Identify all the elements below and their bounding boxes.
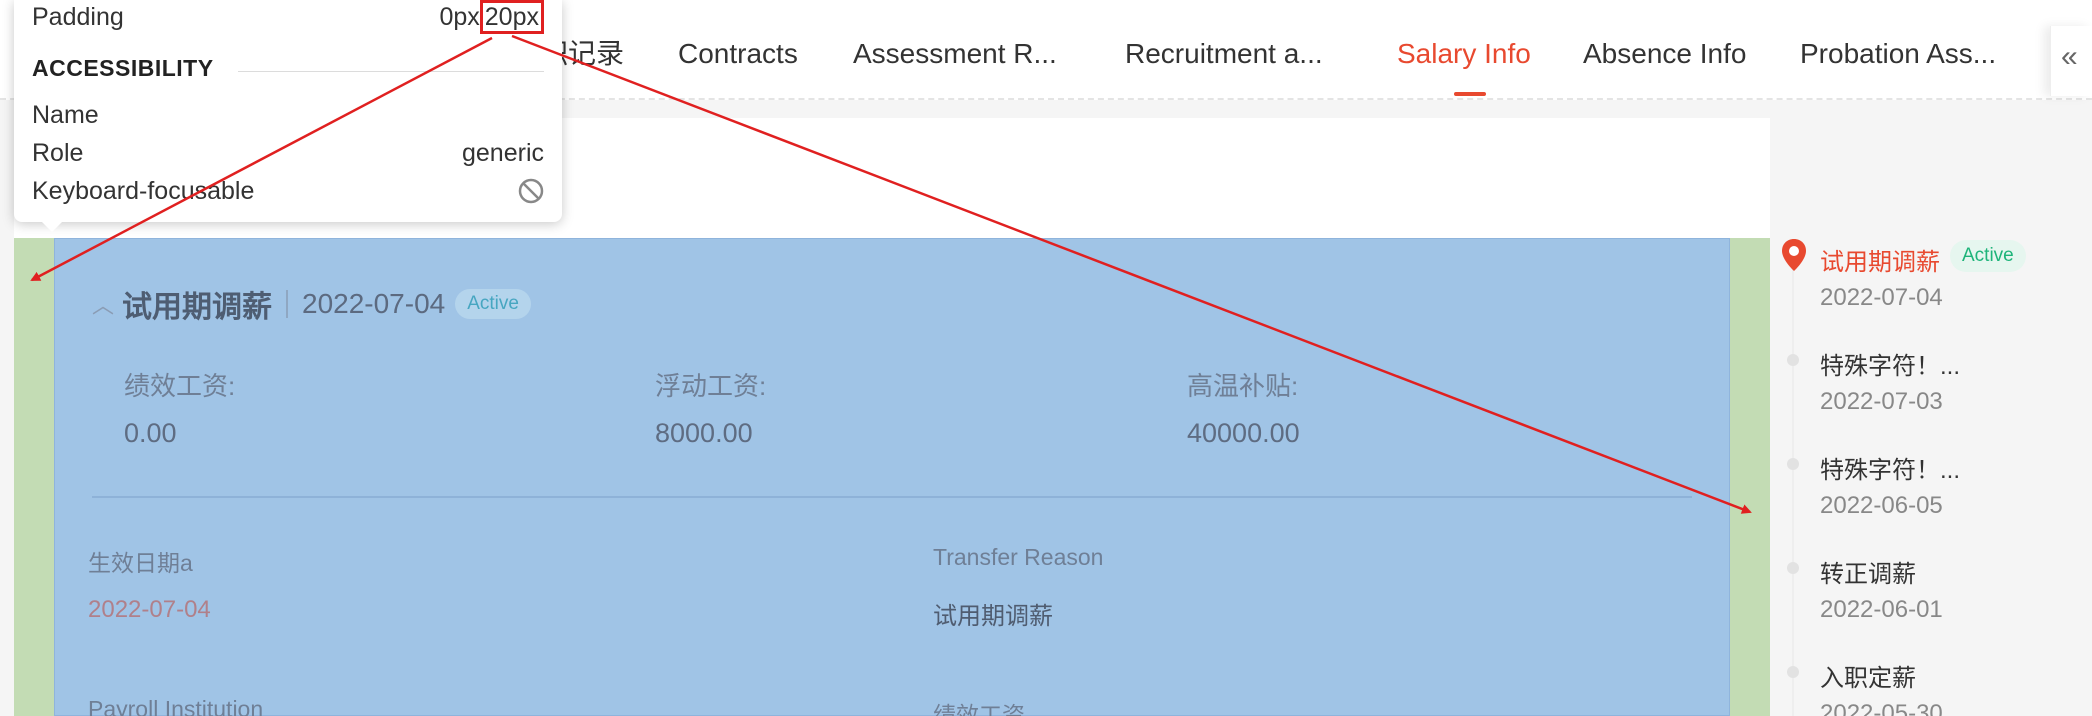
focusable-row: Keyboard-focusable <box>32 174 544 208</box>
detail-label-effective-date: 生效日期a <box>88 550 193 576</box>
field-value-performance-pay: 0.00 <box>124 418 177 448</box>
name-row: Name <box>32 98 544 132</box>
timeline-item-title[interactable]: 特殊字符！... <box>1820 450 1960 485</box>
detail-value-effective-date: 2022-07-04 <box>88 596 211 623</box>
location-pin-icon <box>1782 239 1806 271</box>
section-date: 2022-07-04 <box>302 288 446 319</box>
detail-label-transfer-reason: Transfer Reason <box>933 544 1104 570</box>
timeline-item-date: 2022-06-01 <box>1820 596 1943 623</box>
timeline-dot <box>1787 666 1799 678</box>
devtools-inspect-tooltip: Padding 0px 20px ACCESSIBILITY Name Role … <box>14 0 562 222</box>
padding-value-vertical: 0px <box>439 3 480 31</box>
role-label: Role <box>32 139 84 167</box>
section-title: 试用期调薪 <box>122 291 272 324</box>
title-divider <box>286 290 288 318</box>
tab-assessment-records[interactable]: Assessment R... <box>853 34 1057 74</box>
field-label-performance-pay: 绩效工资: <box>124 371 236 401</box>
detail-label-performance-pay: 绩效工资 <box>933 702 1025 716</box>
timeline-dot <box>1787 562 1799 574</box>
padding-values: 0px 20px <box>439 0 544 34</box>
focusable-label: Keyboard-focusable <box>32 177 255 205</box>
timeline-item-date: 2022-07-04 <box>1820 284 1943 311</box>
section-divider <box>92 496 1692 498</box>
status-badge: Active <box>455 289 531 319</box>
timeline-item-date: 2022-07-03 <box>1820 388 1943 415</box>
detail-value-transfer-reason: 试用期调薪 <box>933 603 1053 630</box>
tab-contracts[interactable]: Contracts <box>678 34 798 74</box>
timeline-dot <box>1787 458 1799 470</box>
padding-overlay-left <box>14 238 54 716</box>
accessibility-divider <box>238 71 544 72</box>
timeline-item-date: 2022-05-30 <box>1820 700 1943 716</box>
tab-scroll-left-button[interactable]: « <box>2050 26 2092 96</box>
timeline-item-title[interactable]: 转正调薪 <box>1820 554 1916 589</box>
tab-salary-info[interactable]: Salary Info <box>1397 34 1531 74</box>
not-allowed-icon <box>518 178 544 204</box>
tab-probation-assessment[interactable]: Probation Ass... <box>1800 34 1996 74</box>
tab-recruitment[interactable]: Recruitment a... <box>1125 34 1323 74</box>
role-row: Role generic <box>32 136 544 170</box>
timeline-status-badge: Active <box>1950 240 2026 272</box>
active-tab-indicator <box>1454 92 1486 96</box>
timeline-dot <box>1787 354 1799 366</box>
timeline-item-title[interactable]: 特殊字符！... <box>1820 346 1960 381</box>
accessibility-heading: ACCESSIBILITY <box>32 55 214 81</box>
field-label-high-temp-allowance: 高温补贴: <box>1187 371 1299 401</box>
salary-section-header[interactable]: ︿ 试用期调薪 2022-07-04 Active <box>92 284 531 324</box>
double-chevron-left-icon: « <box>2061 40 2078 73</box>
detail-label-payroll-institution: Payroll Institution <box>88 696 264 716</box>
chevron-up-icon[interactable]: ︿ <box>92 288 122 320</box>
tooltip-pointer <box>40 220 64 232</box>
padding-overlay-right <box>1730 238 1770 716</box>
padding-value-horizontal: 20px <box>479 0 544 34</box>
field-value-floating-pay: 8000.00 <box>655 418 753 448</box>
name-label: Name <box>32 101 99 129</box>
padding-label: Padding <box>32 3 124 31</box>
timeline-item-title[interactable]: 入职定薪 <box>1820 658 1916 693</box>
field-value-high-temp-allowance: 40000.00 <box>1187 418 1300 448</box>
timeline-item-title[interactable]: 试用期调薪 <box>1820 242 1940 277</box>
role-value: generic <box>462 139 544 167</box>
field-label-floating-pay: 浮动工资: <box>655 371 767 401</box>
tab-absence-info[interactable]: Absence Info <box>1583 34 1746 74</box>
timeline-item-date: 2022-06-05 <box>1820 492 1943 519</box>
timeline-line <box>1792 244 1794 716</box>
padding-row: Padding 0px 20px <box>32 0 544 34</box>
